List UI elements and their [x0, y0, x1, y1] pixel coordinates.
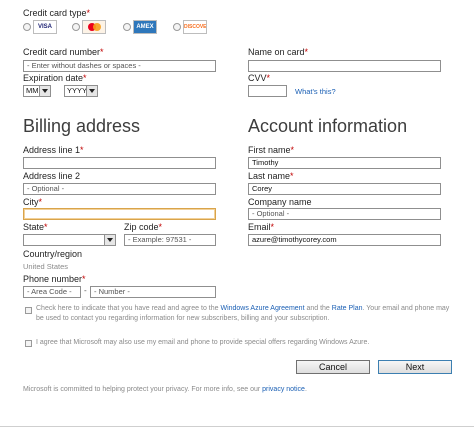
radio-discover[interactable] — [173, 23, 181, 31]
chevron-down-icon — [39, 86, 50, 96]
address-line2-input[interactable]: - Optional - — [23, 183, 216, 195]
phone-number-label: Phone number* — [23, 274, 86, 284]
rate-plan-link[interactable]: Rate Plan — [332, 305, 363, 312]
radio-amex[interactable] — [123, 23, 131, 31]
area-code-input[interactable]: - Area Code - — [23, 286, 81, 298]
cancel-button[interactable]: Cancel — [296, 360, 370, 374]
footer-divider — [0, 426, 474, 427]
card-type-label: Credit card type* — [23, 8, 91, 18]
agreement-checkbox[interactable] — [25, 307, 32, 314]
agreement-text: Check here to indicate that you have rea… — [36, 305, 450, 322]
privacy-notice-link[interactable]: privacy notice — [262, 386, 305, 393]
visa-card-icon: VISA — [33, 20, 57, 34]
card-number-label: Credit card number* — [23, 47, 104, 57]
phone-number-input[interactable]: - Number - — [90, 286, 216, 298]
mastercard-card-icon — [82, 20, 106, 34]
state-label: State* — [23, 222, 48, 232]
country-label: Country/region — [23, 249, 83, 259]
name-on-card-input[interactable] — [248, 60, 441, 72]
city-input[interactable] — [23, 208, 216, 220]
company-name-input[interactable]: - Optional - — [248, 208, 441, 220]
zip-code-label: Zip code* — [124, 222, 163, 232]
offers-text: I agree that Microsoft may also use my e… — [36, 339, 370, 346]
cvv-input[interactable] — [248, 85, 287, 97]
expiration-year-select[interactable]: YYYY — [64, 85, 98, 97]
radio-mastercard[interactable] — [72, 23, 80, 31]
country-value: United States — [23, 262, 69, 271]
zip-code-input[interactable]: - Example: 97531 - — [124, 234, 216, 246]
address-line2-label: Address line 2 — [23, 171, 81, 181]
name-on-card-label: Name on card* — [248, 47, 309, 57]
first-name-label: First name* — [248, 145, 295, 155]
account-information-title: Account information — [248, 116, 408, 136]
card-number-input[interactable]: - Enter without dashes or spaces - — [23, 60, 216, 72]
expiration-month-select[interactable]: MM — [23, 85, 51, 97]
amex-card-icon: AMEX — [133, 20, 157, 34]
city-label: City* — [23, 197, 43, 207]
radio-visa[interactable] — [23, 23, 31, 31]
billing-address-title: Billing address — [23, 116, 141, 136]
phone-separator: - — [84, 286, 87, 295]
expiration-label: Expiration date* — [23, 73, 87, 83]
privacy-text: Microsoft is committed to helping protec… — [23, 386, 307, 393]
address-line1-input[interactable] — [23, 157, 216, 169]
cvv-label: CVV* — [248, 73, 271, 83]
chevron-down-icon — [86, 86, 97, 96]
company-name-label: Company name — [248, 197, 312, 207]
first-name-input[interactable]: Timothy — [248, 157, 441, 169]
discover-card-icon: DISCOVER — [183, 20, 207, 34]
last-name-label: Last name* — [248, 171, 294, 181]
whats-this-link[interactable]: What's this? — [295, 87, 336, 96]
offers-checkbox[interactable] — [25, 340, 32, 347]
email-input[interactable]: azure@timothycorey.com — [248, 234, 441, 246]
email-label: Email* — [248, 222, 275, 232]
last-name-input[interactable]: Corey — [248, 183, 441, 195]
azure-agreement-link[interactable]: Windows Azure Agreement — [220, 305, 304, 312]
state-select[interactable] — [23, 234, 116, 246]
next-button[interactable]: Next — [378, 360, 452, 374]
address-line1-label: Address line 1* — [23, 145, 84, 155]
chevron-down-icon — [104, 235, 115, 245]
